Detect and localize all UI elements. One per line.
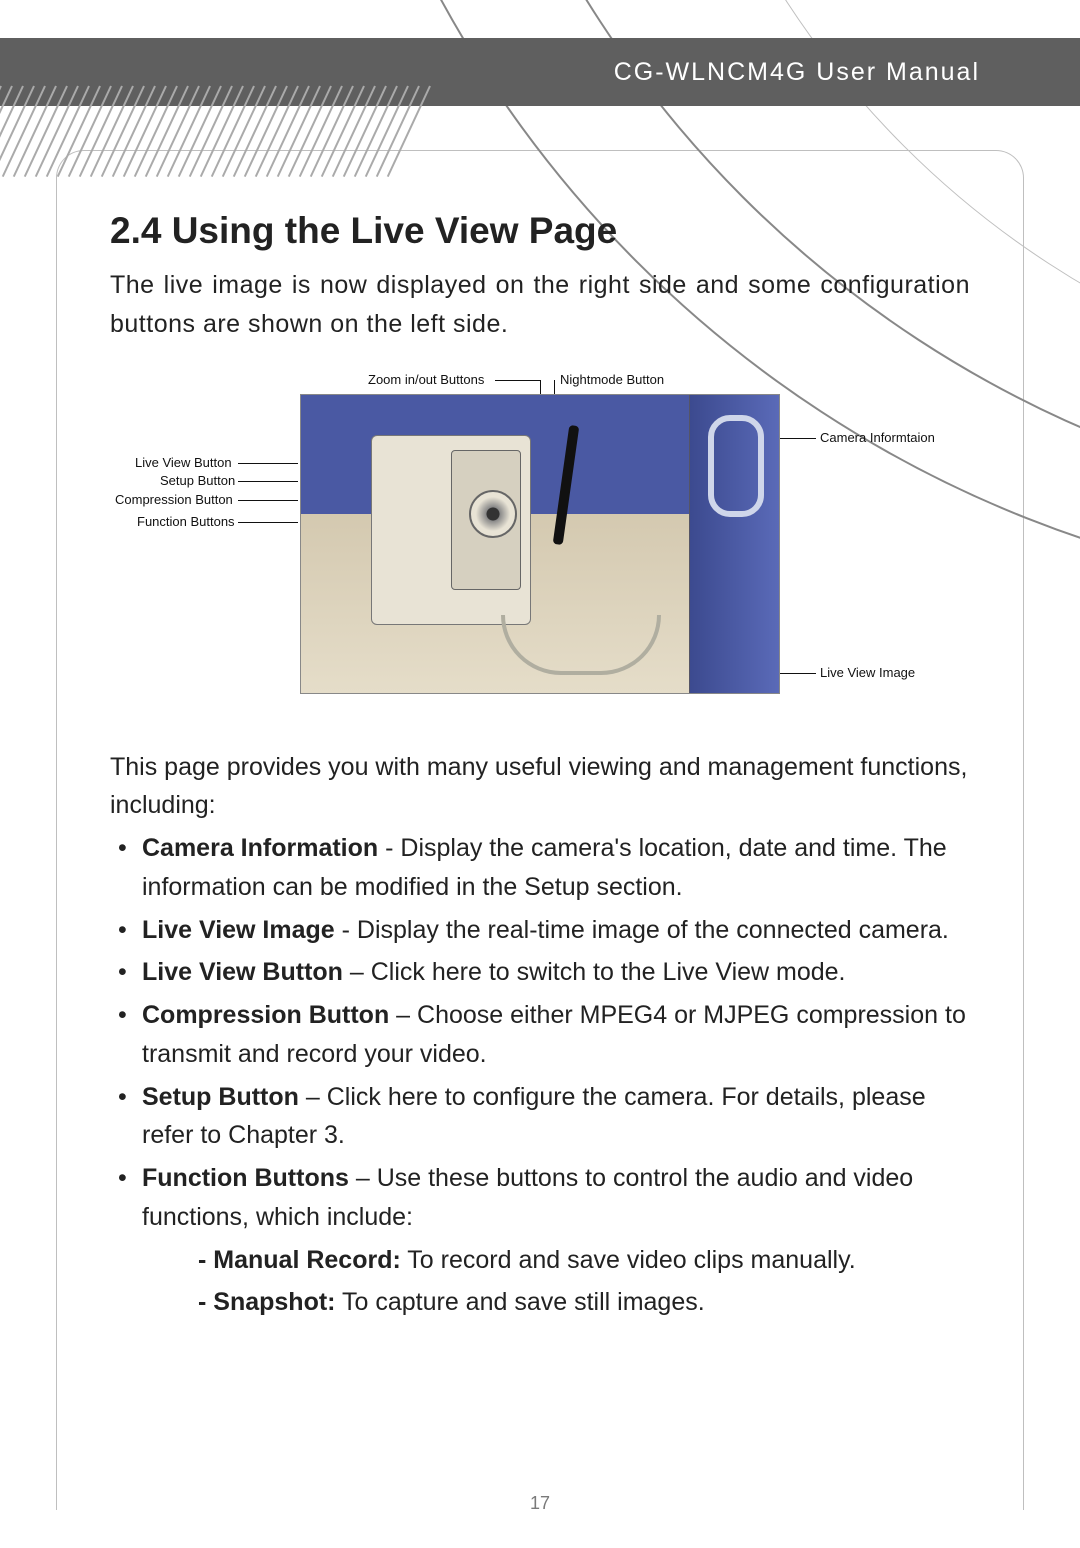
- feature-item: Live View Image - Display the real-time …: [116, 911, 970, 950]
- label-camera-info: Camera Informtaion: [820, 430, 935, 445]
- label-liveview-btn: Live View Button: [135, 455, 232, 470]
- callout-line: [238, 522, 298, 523]
- feature-term: Function Buttons: [142, 1164, 349, 1192]
- label-compression-btn: Compression Button: [115, 492, 233, 507]
- label-function-btns: Function Buttons: [137, 514, 235, 529]
- feature-list: Camera Information - Display the camera'…: [110, 829, 970, 1237]
- label-setup-btn: Setup Button: [160, 473, 235, 488]
- sub-feature-desc: To capture and save still images.: [336, 1288, 705, 1316]
- feature-item: Live View Button – Click here to switch …: [116, 953, 970, 992]
- feature-desc: Display the real-time image of the conne…: [357, 916, 949, 944]
- callout-line: [238, 481, 298, 482]
- header-band: CG-WLNCM4G User Manual: [0, 38, 1080, 106]
- label-nightmode: Nightmode Button: [560, 372, 664, 387]
- feature-item: Function Buttons – Use these buttons to …: [116, 1159, 970, 1237]
- feature-term: Camera Information: [142, 834, 378, 862]
- page-number: 17: [0, 1493, 1080, 1514]
- feature-sep: -: [378, 834, 400, 862]
- feature-item: Compression Button – Choose either MPEG4…: [116, 996, 970, 1074]
- camera-side-view: [689, 395, 779, 693]
- feature-term: Setup Button: [142, 1083, 299, 1111]
- page-content: 2.4 Using the Live View Page The live im…: [110, 210, 970, 1326]
- camera-photo: [300, 394, 780, 694]
- sub-feature-term: - Manual Record:: [198, 1246, 401, 1274]
- camera-stand: [501, 615, 661, 675]
- feature-sep: –: [389, 1001, 417, 1029]
- section-heading: 2.4 Using the Live View Page: [110, 210, 970, 252]
- sub-feature-desc: To record and save video clips manually.: [401, 1246, 856, 1274]
- feature-term: Live View Button: [142, 958, 343, 986]
- sub-feature-item: - Snapshot: To capture and save still im…: [198, 1283, 970, 1322]
- feature-sep: –: [299, 1083, 327, 1111]
- sub-feature-list: - Manual Record: To record and save vide…: [110, 1241, 970, 1323]
- feature-item: Camera Information - Display the camera'…: [116, 829, 970, 907]
- label-liveview-image: Live View Image: [820, 665, 915, 680]
- camera-antenna: [553, 424, 580, 544]
- feature-item: Setup Button – Click here to configure t…: [116, 1078, 970, 1156]
- callout-line: [238, 500, 298, 501]
- feature-sep: -: [335, 916, 357, 944]
- sub-feature-item: - Manual Record: To record and save vide…: [198, 1241, 970, 1280]
- label-zoom: Zoom in/out Buttons: [368, 372, 484, 387]
- section-intro: The live image is now displayed on the r…: [110, 266, 970, 344]
- body-text: This page provides you with many useful …: [110, 748, 970, 1323]
- doc-title: CG-WLNCM4G User Manual: [614, 58, 980, 87]
- callout-line: [495, 380, 540, 381]
- feature-sep: –: [349, 1164, 377, 1192]
- feature-term: Compression Button: [142, 1001, 389, 1029]
- callout-line: [238, 463, 298, 464]
- feature-desc: Click here to switch to the Live View mo…: [371, 958, 846, 986]
- feature-sep: –: [343, 958, 371, 986]
- liveview-diagram: Zoom in/out Buttons Nightmode Button Cam…: [110, 380, 970, 710]
- sub-feature-term: - Snapshot:: [198, 1288, 336, 1316]
- body-lead: This page provides you with many useful …: [110, 748, 970, 826]
- camera-lens: [469, 490, 517, 538]
- feature-term: Live View Image: [142, 916, 335, 944]
